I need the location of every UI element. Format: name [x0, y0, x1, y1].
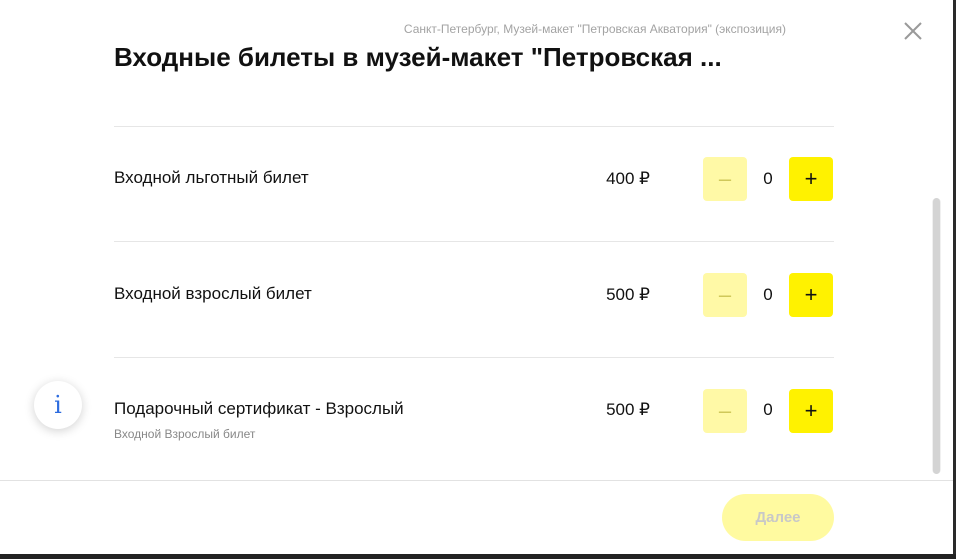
quantity-value: 0	[763, 400, 773, 419]
event-subtitle: Санкт-Петербург, Музей-макет "Петровская…	[403, 22, 786, 36]
ticket-name: Входной льготный билет	[114, 168, 309, 187]
decrease-quantity-button[interactable]: –	[703, 273, 747, 317]
modal-title: Входные билеты в музей-макет "Петровская…	[114, 42, 722, 72]
ticket-price: 400 ₽	[606, 169, 650, 188]
ticket-name: Входной взрослый билет	[114, 284, 312, 303]
ticket-name: Подарочный сертификат - Взрослый	[114, 399, 404, 418]
increase-quantity-button[interactable]: +	[789, 273, 833, 317]
ticket-price: 500 ₽	[606, 400, 650, 419]
ticket-row: Входной взрослый билет 500 ₽ – 0 +	[114, 241, 834, 357]
ticket-modal: Санкт-Петербург, Музей-макет "Петровская…	[0, 0, 956, 559]
quantity-value: 0	[763, 285, 773, 304]
ticket-price: 500 ₽	[606, 285, 650, 304]
info-button[interactable]: i	[34, 381, 82, 429]
next-button[interactable]: Далее	[722, 494, 834, 541]
increase-quantity-button[interactable]: +	[789, 157, 833, 201]
info-icon: i	[54, 391, 62, 419]
close-icon	[904, 22, 922, 40]
window-bottom-edge	[0, 554, 956, 559]
ticket-row: Входной льготный билет 400 ₽ – 0 +	[114, 126, 834, 242]
quantity-value: 0	[763, 169, 773, 188]
increase-quantity-button[interactable]: +	[789, 389, 833, 433]
ticket-description: Входной Взрослый билет	[114, 427, 256, 441]
ticket-row: Подарочный сертификат - Взрослый Входной…	[114, 357, 834, 473]
close-button[interactable]	[900, 18, 926, 44]
decrease-quantity-button[interactable]: –	[703, 157, 747, 201]
scrollbar-thumb[interactable]	[933, 198, 940, 474]
decrease-quantity-button[interactable]: –	[703, 389, 747, 433]
